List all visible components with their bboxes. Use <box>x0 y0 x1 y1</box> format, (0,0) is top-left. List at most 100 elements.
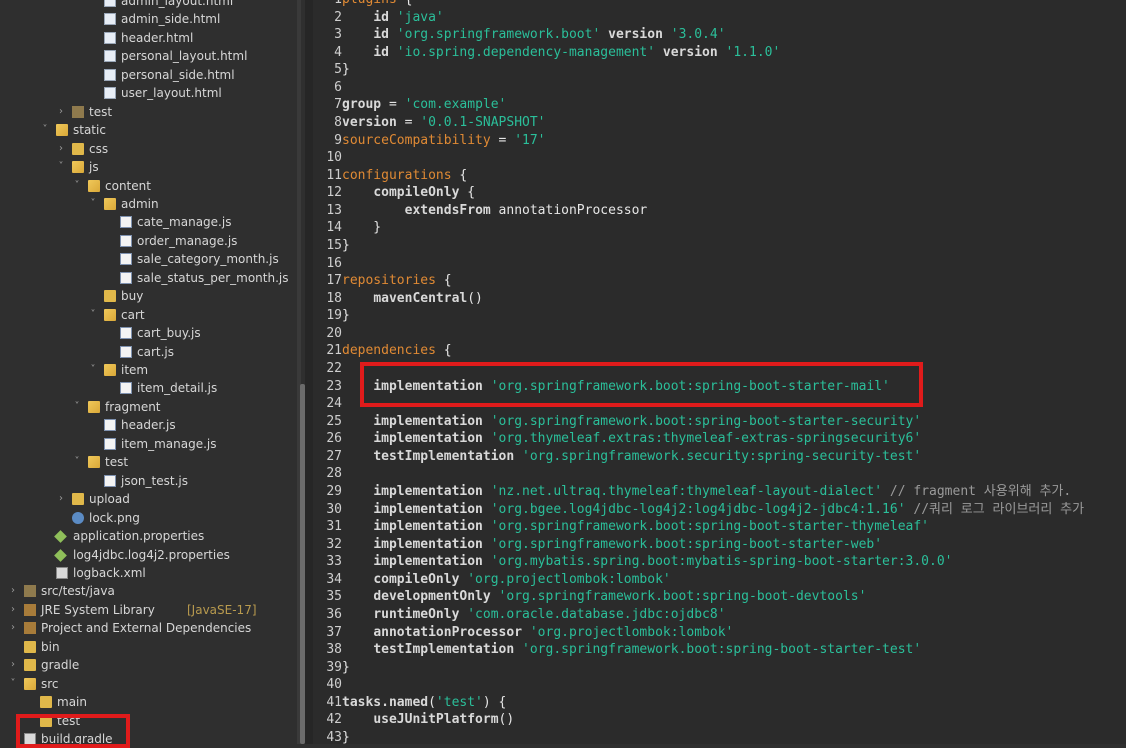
code-line[interactable]: 14 } <box>313 219 381 237</box>
tree-item[interactable]: cate_manage.js <box>0 213 295 231</box>
js-file-icon <box>104 419 116 432</box>
tree-item[interactable]: main <box>0 693 295 711</box>
code-line[interactable]: 7group = 'com.example' <box>313 96 506 114</box>
chevron-down-icon[interactable]: ˅ <box>72 453 82 471</box>
tree-item[interactable]: › test <box>0 103 295 121</box>
tree-item[interactable]: header.js <box>0 416 295 434</box>
tree-item[interactable]: ˅ static <box>0 121 295 139</box>
tree-item[interactable]: application.properties <box>0 527 295 545</box>
code-line[interactable]: 37 annotationProcessor 'org.projectlombo… <box>313 624 733 642</box>
code-line[interactable]: 8version = '0.0.1-SNAPSHOT' <box>313 114 545 132</box>
code-line[interactable]: 34 compileOnly 'org.projectlombok:lombok… <box>313 571 670 589</box>
tree-item[interactable]: order_manage.js <box>0 232 295 250</box>
code-line[interactable]: 36 runtimeOnly 'com.oracle.database.jdbc… <box>313 606 725 624</box>
code-line[interactable]: 1plugins { <box>313 0 412 9</box>
tree-item[interactable]: ˅ test <box>0 453 295 471</box>
code-line[interactable]: 2 id 'java' <box>313 9 444 27</box>
tree-item[interactable]: log4jdbc.log4j2.properties <box>0 546 295 564</box>
code-line[interactable]: 25 implementation 'org.springframework.b… <box>313 413 921 431</box>
tree-item[interactable]: ˅ src <box>0 675 295 693</box>
tree-item[interactable]: item_detail.js <box>0 379 295 397</box>
tree-item[interactable]: ˅ content <box>0 177 295 195</box>
code-line[interactable]: 33 implementation 'org.mybatis.spring.bo… <box>313 553 952 571</box>
folder-open-icon <box>104 308 116 321</box>
tree-item[interactable]: › JRE System Library [JavaSE-17] <box>0 601 295 619</box>
code-line[interactable]: 24 <box>313 395 342 413</box>
code-token: } <box>342 62 350 78</box>
tree-item[interactable]: ˅ cart <box>0 306 295 324</box>
code-line[interactable]: 38 testImplementation 'org.springframewo… <box>313 641 921 659</box>
code-line[interactable]: 4 id 'io.spring.dependency-management' v… <box>313 44 780 62</box>
tree-item[interactable]: admin_side.html <box>0 10 295 28</box>
tree-item[interactable]: ˅ item <box>0 361 295 379</box>
chevron-down-icon[interactable]: ˅ <box>88 361 98 379</box>
tree-item[interactable]: sale_status_per_month.js <box>0 269 295 287</box>
code-line[interactable]: 21dependencies { <box>313 342 451 360</box>
code-line[interactable]: 30 implementation 'org.bgee.log4jdbc-log… <box>313 501 1084 519</box>
chevron-down-icon[interactable]: ˅ <box>72 398 82 416</box>
tree-item[interactable]: cart.js <box>0 343 295 361</box>
tree-item[interactable]: ˅ fragment <box>0 398 295 416</box>
chevron-right-icon[interactable]: › <box>8 619 18 637</box>
chevron-down-icon[interactable]: ˅ <box>8 675 18 693</box>
code-line[interactable]: 35 developmentOnly 'org.springframework.… <box>313 588 866 606</box>
tree-item[interactable]: cart_buy.js <box>0 324 295 342</box>
tree-item[interactable]: personal_layout.html <box>0 47 295 65</box>
tree-item[interactable]: › gradle <box>0 656 295 674</box>
code-line[interactable]: 10 <box>313 149 342 167</box>
tree-item[interactable]: › src/test/java <box>0 582 295 600</box>
code-line[interactable]: 17repositories { <box>313 272 451 290</box>
code-line[interactable]: 20 <box>313 325 342 343</box>
tree-item[interactable]: personal_side.html <box>0 66 295 84</box>
code-line[interactable]: 42 useJUnitPlatform() <box>313 711 514 729</box>
tree-item[interactable]: › Project and External Dependencies <box>0 619 295 637</box>
code-line[interactable]: 41tasks.named('test') { <box>313 694 506 712</box>
tree-item[interactable]: admin_layout.html <box>0 0 295 10</box>
chevron-down-icon[interactable]: ˅ <box>88 306 98 324</box>
chevron-right-icon[interactable]: › <box>8 656 18 674</box>
tree-item[interactable]: › css <box>0 140 295 158</box>
chevron-right-icon[interactable]: › <box>8 582 18 600</box>
code-line[interactable]: 12 compileOnly { <box>313 184 475 202</box>
chevron-down-icon[interactable]: ˅ <box>88 195 98 213</box>
chevron-right-icon[interactable]: › <box>56 490 66 508</box>
code-line[interactable]: 31 implementation 'org.springframework.b… <box>313 518 929 536</box>
code-line[interactable]: 15} <box>313 237 349 255</box>
tree-item[interactable]: › upload <box>0 490 295 508</box>
code-line[interactable]: 28 <box>313 465 342 483</box>
tree-item[interactable]: logback.xml <box>0 564 295 582</box>
code-line[interactable]: 11configurations { <box>313 167 467 185</box>
tree-item[interactable]: buy <box>0 287 295 305</box>
tree-item[interactable]: user_layout.html <box>0 84 295 102</box>
code-line[interactable]: 13 extendsFrom annotationProcessor <box>313 202 647 220</box>
code-line[interactable]: 40 <box>313 676 342 694</box>
tree-item[interactable]: lock.png <box>0 509 295 527</box>
chevron-right-icon[interactable]: › <box>56 103 66 121</box>
code-line[interactable]: 27 testImplementation 'org.springframewo… <box>313 448 921 466</box>
chevron-down-icon[interactable]: ˅ <box>40 121 50 139</box>
tree-item[interactable]: ˅ js <box>0 158 295 176</box>
code-line[interactable]: 29 implementation 'nz.net.ultraq.thymele… <box>313 483 1071 501</box>
code-line[interactable]: 39} <box>313 659 349 677</box>
code-line[interactable]: 19} <box>313 307 349 325</box>
code-line[interactable]: 3 id 'org.springframework.boot' version … <box>313 26 725 44</box>
tree-item[interactable]: item_manage.js <box>0 435 295 453</box>
code-line[interactable]: 18 mavenCentral() <box>313 290 483 308</box>
code-line[interactable]: 22 <box>313 360 342 378</box>
tree-item[interactable]: ˅ admin <box>0 195 295 213</box>
tree-item[interactable]: header.html <box>0 29 295 47</box>
chevron-down-icon[interactable]: ˅ <box>72 177 82 195</box>
tree-item[interactable]: bin <box>0 638 295 656</box>
chevron-right-icon[interactable]: › <box>8 601 18 619</box>
code-line[interactable]: 6 <box>313 79 342 97</box>
code-line[interactable]: 9sourceCompatibility = '17' <box>313 132 545 150</box>
chevron-right-icon[interactable]: › <box>56 140 66 158</box>
code-line[interactable]: 5} <box>313 61 350 79</box>
tree-item[interactable]: sale_category_month.js <box>0 250 295 268</box>
tree-item[interactable]: json_test.js <box>0 472 295 490</box>
chevron-down-icon[interactable]: ˅ <box>56 158 66 176</box>
code-line[interactable]: 26 implementation 'org.thymeleaf.extras:… <box>313 430 921 448</box>
code-line[interactable]: 32 implementation 'org.springframework.b… <box>313 536 882 554</box>
code-line[interactable]: 16 <box>313 255 342 273</box>
code-line[interactable]: 43} <box>313 729 349 744</box>
